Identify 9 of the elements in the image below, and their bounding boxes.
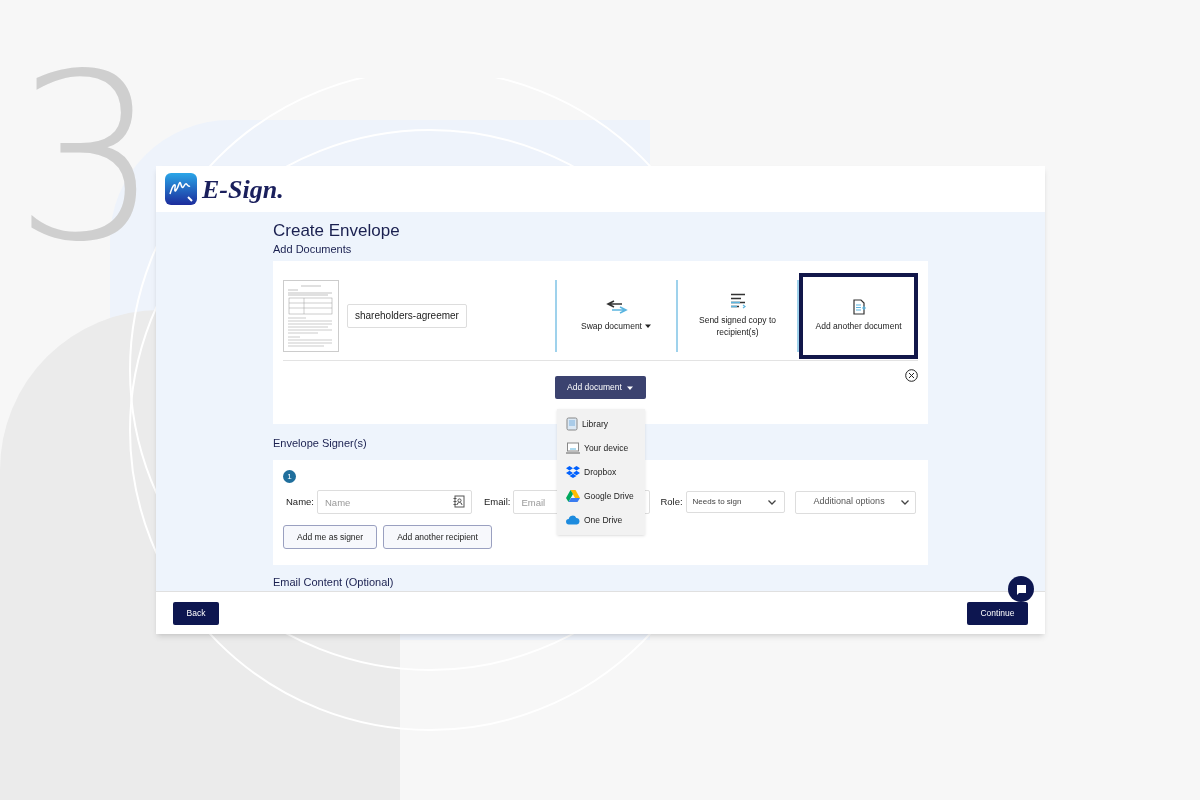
page-title: Create Envelope (273, 220, 401, 242)
email-label: Email: (484, 494, 511, 509)
role-label: Role: (660, 494, 683, 509)
section-heading: Envelope Signer(s) (273, 436, 367, 450)
name-label: Name: (286, 494, 314, 509)
section-heading: Email Content (Optional) (273, 575, 394, 589)
section-heading: Add Documents (273, 242, 353, 256)
logo-text: E-Sign. (202, 173, 284, 206)
signer-number-badge: 1 (283, 470, 296, 483)
